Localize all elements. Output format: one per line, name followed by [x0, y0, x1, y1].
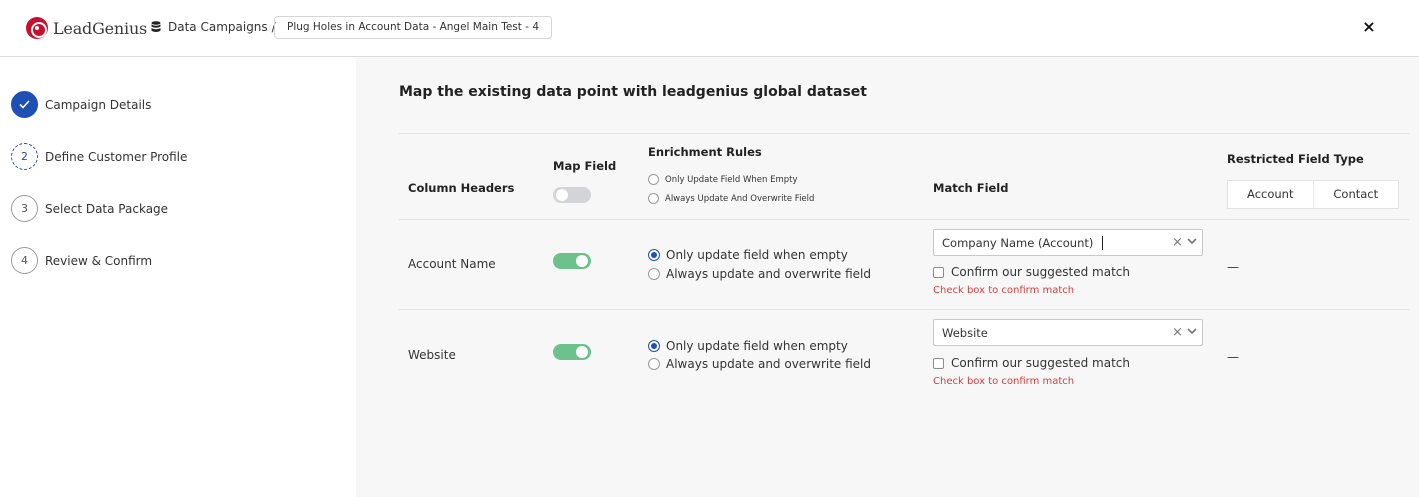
- confirm-match-checkbox[interactable]: [933, 357, 944, 369]
- campaign-name-badge: Plug Holes in Account Data - Angel Main …: [274, 16, 553, 39]
- match-field-select[interactable]: Website ×: [933, 319, 1203, 346]
- restricted-field-type-toggle: Account Contact: [1227, 180, 1399, 209]
- header-restricted-field-type: Restricted Field Type: [1227, 152, 1364, 166]
- database-icon: [151, 21, 161, 33]
- header-map-field: Map Field: [553, 159, 617, 173]
- chevron-down-icon[interactable]: [1187, 328, 1197, 335]
- clear-icon[interactable]: ×: [1172, 235, 1183, 251]
- step-label: Review & Confirm: [45, 253, 153, 268]
- step-select-data-package[interactable]: 3 Select Data Package: [11, 195, 168, 222]
- rule-option-overwrite[interactable]: Always update and overwrite field: [648, 357, 871, 371]
- header-rule-option-overwrite[interactable]: Always Update And Overwrite Field: [648, 193, 814, 204]
- step-define-customer-profile[interactable]: 2 Define Customer Profile: [11, 143, 187, 170]
- row-divider: [399, 309, 1409, 310]
- rule-option-empty[interactable]: Only update field when empty: [648, 248, 848, 262]
- confirm-match-label: Confirm our suggested match: [951, 265, 1131, 279]
- radio-label: Always update and overwrite field: [666, 357, 872, 371]
- close-icon[interactable]: ×: [1361, 18, 1377, 36]
- map-field-toggle[interactable]: [553, 344, 591, 360]
- segment-contact[interactable]: Contact: [1312, 181, 1399, 208]
- radio-button[interactable]: [648, 340, 660, 352]
- step-1-indicator: [11, 91, 38, 118]
- header-divider: [399, 219, 1409, 220]
- main-content: Map the existing data point with leadgen…: [356, 58, 1419, 497]
- segment-account[interactable]: Account: [1228, 181, 1313, 208]
- select-value: Website: [942, 326, 988, 340]
- confirm-match-row[interactable]: Confirm our suggested match: [933, 356, 1130, 370]
- confirm-match-label: Confirm our suggested match: [951, 356, 1131, 370]
- select-value: Company Name (Account): [942, 236, 1094, 250]
- restricted-field-value: —: [1227, 260, 1239, 274]
- brand-name: LeadGenius: [53, 18, 148, 38]
- text-cursor: [1102, 236, 1103, 250]
- step-4-indicator: 4: [11, 247, 38, 274]
- map-all-toggle[interactable]: [553, 187, 591, 203]
- radio-label: Always update and overwrite field: [666, 267, 872, 281]
- validation-message: Check box to confirm match: [933, 376, 1075, 387]
- breadcrumb-data-campaigns[interactable]: Data Campaigns: [168, 20, 268, 34]
- step-review-confirm[interactable]: 4 Review & Confirm: [11, 247, 152, 274]
- rule-option-overwrite[interactable]: Always update and overwrite field: [648, 267, 871, 281]
- row-column-header: Website: [408, 348, 456, 362]
- radio-button[interactable]: [648, 249, 660, 261]
- step-label: Select Data Package: [45, 201, 169, 216]
- table-top-divider: [399, 133, 1409, 134]
- header-enrichment-rules: Enrichment Rules: [648, 145, 762, 159]
- top-header: LeadGenius Data Campaigns / Plug Holes i…: [0, 0, 1419, 57]
- toggle-knob: [556, 189, 568, 201]
- step-label: Campaign Details: [45, 97, 152, 112]
- header-column-headers: Column Headers: [408, 181, 515, 195]
- leadgenius-logo-icon: [26, 17, 48, 39]
- radio-label: Only Update Field When Empty: [665, 174, 798, 185]
- radio-label: Only update field when empty: [666, 248, 848, 262]
- page-title: Map the existing data point with leadgen…: [399, 84, 867, 100]
- confirm-match-row[interactable]: Confirm our suggested match: [933, 265, 1130, 279]
- checkmark-icon: [19, 100, 30, 109]
- radio-button[interactable]: [648, 193, 659, 204]
- step-sidebar: Campaign Details 2 Define Customer Profi…: [0, 58, 356, 497]
- row-column-header: Account Name: [408, 257, 496, 271]
- radio-button[interactable]: [648, 358, 660, 370]
- step-2-indicator: 2: [11, 143, 38, 170]
- clear-icon[interactable]: ×: [1172, 325, 1183, 341]
- toggle-knob: [576, 255, 588, 267]
- rule-option-empty[interactable]: Only update field when empty: [648, 339, 848, 353]
- toggle-knob: [576, 346, 588, 358]
- header-match-field: Match Field: [933, 181, 1009, 195]
- radio-button[interactable]: [648, 174, 659, 185]
- step-3-indicator: 3: [11, 195, 38, 222]
- step-label: Define Customer Profile: [45, 149, 188, 164]
- map-field-toggle[interactable]: [553, 253, 591, 269]
- chevron-down-icon[interactable]: [1187, 238, 1197, 245]
- validation-message: Check box to confirm match: [933, 285, 1075, 296]
- radio-label: Only update field when empty: [666, 339, 848, 353]
- match-field-select[interactable]: Company Name (Account) ×: [933, 229, 1203, 256]
- restricted-field-value: —: [1227, 350, 1239, 364]
- radio-button[interactable]: [648, 268, 660, 280]
- header-rule-option-empty[interactable]: Only Update Field When Empty: [648, 174, 798, 185]
- radio-label: Always Update And Overwrite Field: [665, 193, 815, 204]
- step-campaign-details[interactable]: Campaign Details: [11, 91, 151, 118]
- breadcrumb: Data Campaigns /: [151, 20, 276, 34]
- brand-logo[interactable]: LeadGenius: [26, 17, 147, 39]
- confirm-match-checkbox[interactable]: [933, 266, 944, 278]
